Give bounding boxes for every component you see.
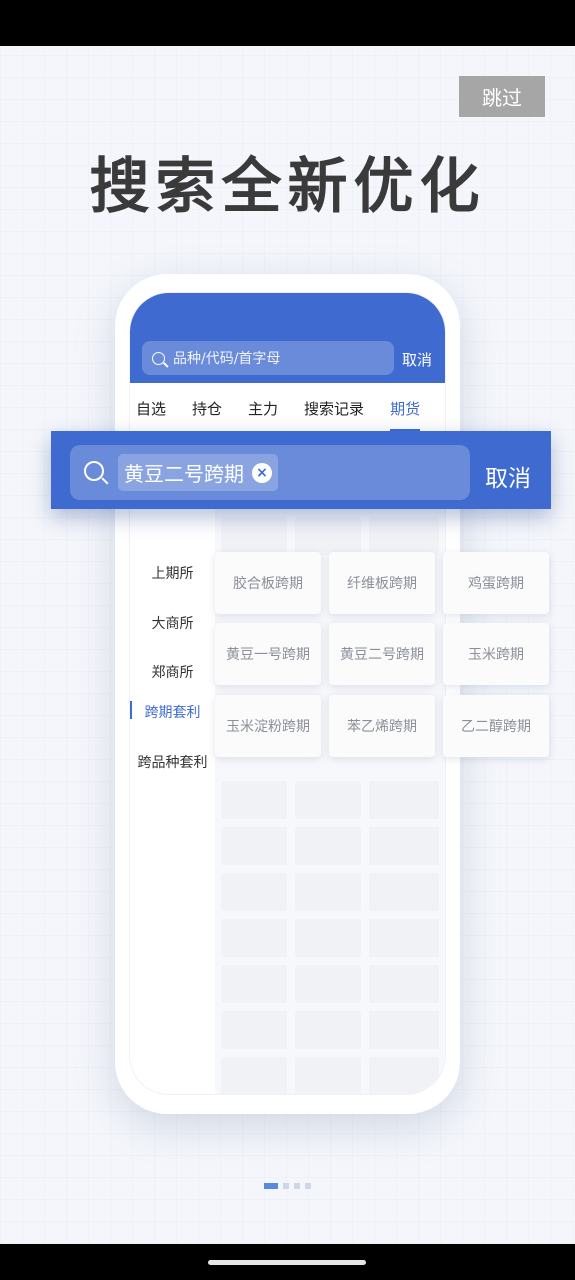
phone-screen: 品种/代码/首字母 取消 自选 持仓 主力 搜索记录 期货 期 上期所 大商所 … [129, 292, 446, 1095]
grid-cell [369, 1011, 439, 1049]
sidebar-item-shfe[interactable]: 上期所 [130, 563, 215, 583]
exchange-sidebar: 上期所 大商所 郑商所 跨期套利 跨品种套利 [130, 433, 215, 1094]
sidebar-item-inter-commodity[interactable]: 跨品种套利 [130, 752, 215, 772]
search-icon [152, 351, 165, 365]
grid-cell [295, 1057, 361, 1094]
overlay-search-input[interactable]: 黄豆二号跨期 × [70, 445, 470, 500]
suggestion-card[interactable]: 胶合板跨期 [215, 552, 321, 614]
sidebar-item-dce[interactable]: 大商所 [130, 613, 215, 633]
overlay-cancel-button[interactable]: 取消 [485, 459, 531, 493]
suggestion-card[interactable]: 鸡蛋跨期 [443, 552, 549, 614]
suggestion-card[interactable]: 苯乙烯跨期 [329, 695, 435, 757]
page-dot [283, 1183, 289, 1189]
tab-search-history[interactable]: 搜索记录 [304, 398, 364, 419]
tab-futures[interactable]: 期货 [390, 398, 421, 431]
tab-main[interactable]: 主力 [248, 398, 278, 419]
page-indicator [264, 1183, 311, 1189]
grid-cell [295, 781, 361, 819]
grid-cell [221, 965, 287, 1003]
grid-cell [369, 919, 439, 957]
status-bar [0, 0, 575, 46]
grid-cell [221, 1011, 287, 1049]
sidebar-item-czce[interactable]: 郑商所 [130, 662, 215, 682]
contract-grid [215, 433, 445, 1094]
suggestion-card[interactable]: 玉米跨期 [443, 623, 549, 685]
suggestion-card[interactable]: 纤维板跨期 [329, 552, 435, 614]
suggestion-card[interactable]: 乙二醇跨期 [443, 695, 549, 757]
phone-search-input[interactable]: 品种/代码/首字母 [142, 341, 394, 375]
tab-positions[interactable]: 持仓 [192, 398, 222, 419]
phone-tab-bar: 自选 持仓 主力 搜索记录 期货 期 [130, 383, 445, 433]
grid-cell [369, 517, 439, 555]
grid-cell [369, 781, 439, 819]
grid-cell [295, 873, 361, 911]
grid-cell [369, 873, 439, 911]
grid-cell [295, 517, 361, 555]
grid-cell [295, 965, 361, 1003]
search-query-text: 黄豆二号跨期 [124, 462, 244, 486]
grid-cell [221, 873, 287, 911]
search-query-chip[interactable]: 黄豆二号跨期 × [118, 454, 278, 491]
tab-watchlist[interactable]: 自选 [136, 398, 166, 419]
grid-cell [295, 1011, 361, 1049]
grid-cell [221, 919, 287, 957]
grid-cell [295, 919, 361, 957]
grid-cell [295, 827, 361, 865]
grid-cell [369, 1057, 439, 1094]
sidebar-item-calendar-spread[interactable]: 跨期套利 [130, 702, 215, 722]
page-dot-active [264, 1183, 278, 1189]
grid-cell [221, 517, 287, 555]
phone-search-placeholder: 品种/代码/首字母 [173, 351, 281, 367]
grid-cell [221, 827, 287, 865]
search-icon [84, 461, 104, 481]
search-overlay-bar: 黄豆二号跨期 × 取消 [51, 431, 551, 509]
clear-icon[interactable]: × [252, 462, 272, 483]
phone-header: 品种/代码/首字母 取消 [130, 293, 445, 383]
suggestion-card[interactable]: 玉米淀粉跨期 [215, 695, 321, 757]
home-indicator[interactable] [208, 1260, 366, 1265]
suggestion-card[interactable]: 黄豆一号跨期 [215, 623, 321, 685]
grid-cell [369, 827, 439, 865]
page-dot [305, 1183, 311, 1189]
phone-mockup: 品种/代码/首字母 取消 自选 持仓 主力 搜索记录 期货 期 上期所 大商所 … [115, 274, 460, 1114]
page-title: 搜索全新优化 [89, 152, 486, 222]
system-nav-bar [0, 1244, 575, 1280]
page-dot [294, 1183, 300, 1189]
skip-button[interactable]: 跳过 [459, 76, 545, 117]
grid-cell [221, 1057, 287, 1094]
suggestion-card[interactable]: 黄豆二号跨期 [329, 623, 435, 685]
grid-cell [221, 781, 287, 819]
phone-cancel-button[interactable]: 取消 [402, 349, 432, 370]
grid-cell [369, 965, 439, 1003]
